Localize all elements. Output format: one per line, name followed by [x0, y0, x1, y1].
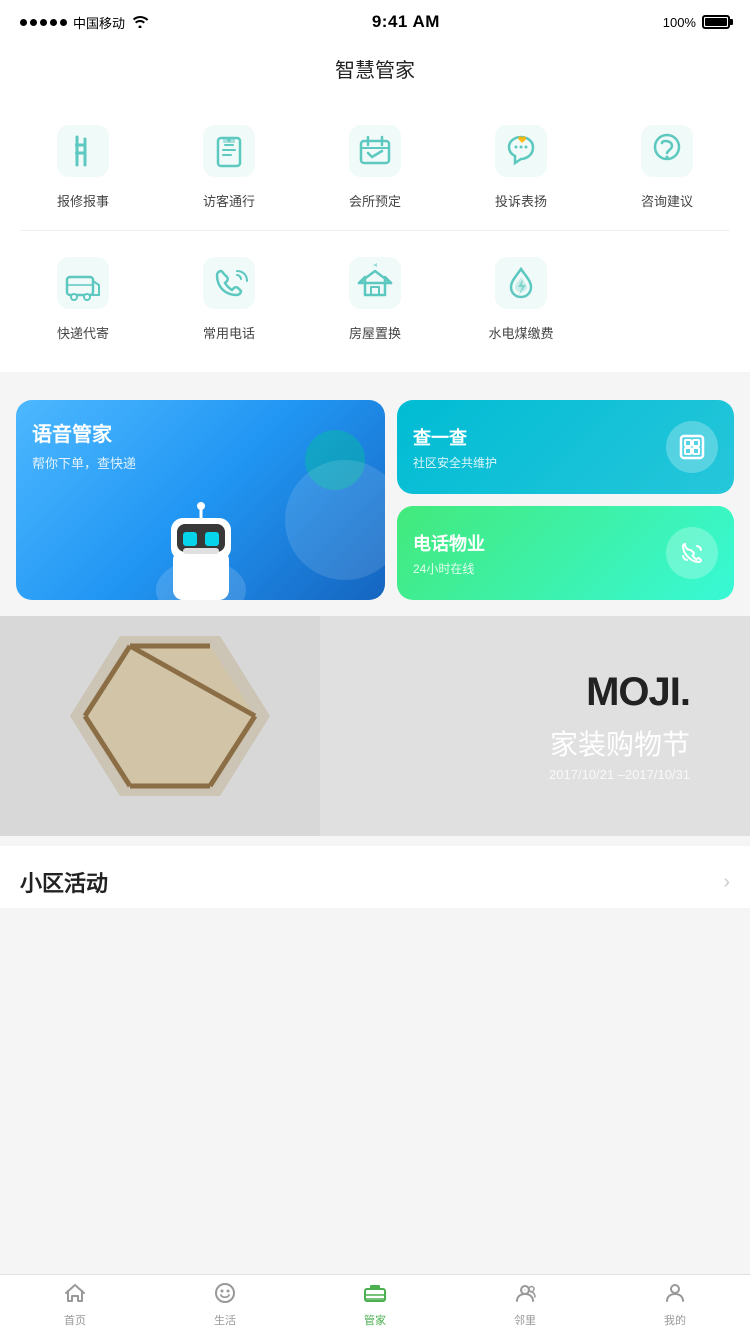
phone-card-subtitle: 24小时在线 — [413, 560, 485, 577]
icon-complaint-label: 投诉表扬 — [495, 191, 547, 210]
icon-phone-label: 常用电话 — [203, 323, 255, 342]
banner-shape — [0, 616, 320, 836]
query-title: 查一查 — [413, 424, 497, 450]
banner-content: MOJI. 家装购物节 2017/10/21 –2017/10/31 — [549, 670, 690, 782]
activity-section[interactable]: 小区活动 › — [0, 846, 750, 908]
battery-icon — [702, 15, 730, 29]
activity-arrow: › — [723, 871, 730, 894]
banner-section[interactable]: MOJI. 家装购物节 2017/10/21 –2017/10/31 — [0, 616, 750, 836]
robot-figure — [141, 480, 261, 600]
nav-home-label: 首页 — [64, 1312, 86, 1328]
nav-manager-label: 管家 — [364, 1312, 386, 1328]
icon-utility-label: 水电煤缴费 — [488, 323, 553, 342]
phone-card[interactable]: 电话物业 24小时在线 — [397, 506, 734, 600]
icon-courier-label: 快递代寄 — [57, 323, 109, 342]
icon-club-label: 会所预定 — [349, 191, 401, 210]
nav-mine-label: 我的 — [664, 1312, 686, 1328]
banner-date: 2017/10/21 –2017/10/31 — [549, 767, 690, 782]
query-card[interactable]: 查一查 社区安全共维护 — [397, 400, 734, 494]
status-right: 100% — [663, 15, 730, 30]
battery-label: 100% — [663, 15, 696, 30]
icon-visitor[interactable]: 访客通行 — [156, 119, 302, 210]
manager-icon — [361, 1281, 389, 1309]
icons-section: 报修报事 访客通行 — [0, 99, 750, 372]
nav-life-label: 生活 — [214, 1312, 236, 1328]
query-icon — [666, 421, 718, 473]
banner-brand: MOJI. — [549, 670, 690, 715]
status-time: 9:41 AM — [372, 12, 440, 32]
icons-row-1: 报修报事 访客通行 — [0, 119, 750, 230]
icons-row-2: 快递代寄 常用电话 — [0, 231, 750, 362]
icon-repair[interactable]: 报修报事 — [10, 119, 156, 210]
mine-icon — [663, 1281, 687, 1309]
icon-house[interactable]: 房屋置换 — [302, 251, 448, 342]
icon-club[interactable]: 会所预定 — [302, 119, 448, 210]
icon-repair-label: 报修报事 — [57, 191, 109, 210]
cards-section: 语音管家 帮你下单，查快递 — [0, 384, 750, 616]
home-icon — [63, 1281, 87, 1309]
activity-title: 小区活动 — [20, 866, 108, 898]
carrier-label: 中国移动 — [73, 13, 125, 32]
icon-consult-label: 咨询建议 — [641, 191, 693, 210]
nav-life[interactable]: 生活 — [150, 1275, 300, 1334]
icon-consult[interactable]: 咨询建议 — [594, 119, 740, 210]
phone-card-title: 电话物业 — [413, 530, 485, 556]
voice-manager-card[interactable]: 语音管家 帮你下单，查快递 — [16, 400, 385, 600]
nav-neighbor[interactable]: 邻里 — [450, 1275, 600, 1334]
banner-title: 家装购物节 — [549, 723, 690, 763]
neighbor-icon — [513, 1281, 537, 1309]
status-left: 中国移动 — [20, 13, 149, 32]
icon-courier[interactable]: 快递代寄 — [10, 251, 156, 342]
icon-phone[interactable]: 常用电话 — [156, 251, 302, 342]
life-icon — [213, 1281, 237, 1309]
nav-manager[interactable]: 管家 — [300, 1275, 450, 1334]
nav-neighbor-label: 邻里 — [514, 1312, 536, 1328]
phone-card-icon — [666, 527, 718, 579]
nav-home[interactable]: 首页 — [0, 1275, 150, 1334]
icon-utility[interactable]: 水电煤缴费 — [448, 251, 594, 342]
query-subtitle: 社区安全共维护 — [413, 454, 497, 471]
icon-complaint[interactable]: 投诉表扬 — [448, 119, 594, 210]
icon-visitor-label: 访客通行 — [203, 191, 255, 210]
card-right: 查一查 社区安全共维护 电话物业 24小时在线 — [397, 400, 734, 600]
wifi-icon — [131, 14, 149, 31]
nav-mine[interactable]: 我的 — [600, 1275, 750, 1334]
bottom-nav: 首页 生活 管家 — [0, 1274, 750, 1334]
signal-icon — [20, 19, 67, 26]
status-bar: 中国移动 9:41 AM 100% — [0, 0, 750, 44]
icon-house-label: 房屋置换 — [349, 323, 401, 342]
page-title: 智慧管家 — [0, 44, 750, 99]
